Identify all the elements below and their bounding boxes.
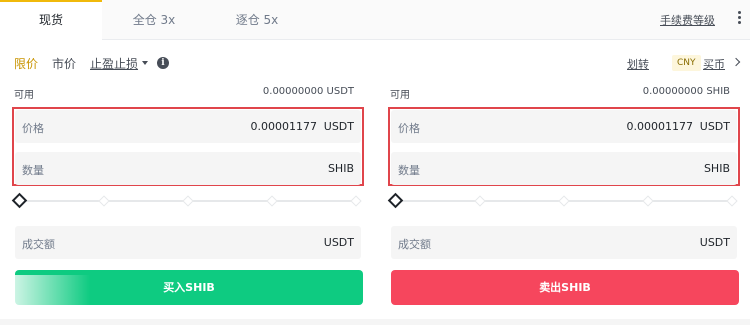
currency-badge: CNY (672, 55, 701, 71)
sell-button[interactable]: 卖出SHIB (391, 270, 739, 305)
quantity-label: 数量 (398, 164, 420, 177)
slider-mark-75[interactable] (266, 195, 278, 207)
amount-slider[interactable] (387, 192, 740, 209)
price-unit: USDT (699, 120, 730, 133)
buy-coin-link[interactable]: 买币 (703, 56, 725, 72)
order-type-stop-limit[interactable]: 止盈止损 (90, 55, 138, 72)
sell-panel: 可用 0.00000000 SHIB 价格 0.00001177 USDT 数量… (387, 80, 740, 305)
total-label: 成交额 (22, 238, 55, 251)
tab-cross-margin[interactable]: 全仓 3x (120, 0, 188, 40)
more-vertical-icon[interactable] (734, 11, 744, 27)
price-value: 0.00001177 (626, 120, 693, 133)
quantity-unit: SHIB (327, 162, 354, 175)
total-input[interactable]: 成交额 USDT (391, 226, 737, 259)
available-value: 0.00000000 SHIB (642, 86, 730, 97)
buy-panel: 可用 0.00000000 USDT 价格 0.00001177 USDT 数量… (11, 80, 364, 305)
price-input[interactable]: 价格 0.00001177 USDT (391, 110, 737, 143)
available-value: 0.00000000 USDT (262, 86, 354, 97)
quantity-input[interactable]: 数量 SHIB (391, 152, 737, 185)
quantity-unit: SHIB (703, 162, 730, 175)
info-icon[interactable]: i (157, 57, 169, 69)
slider-mark-25[interactable] (474, 195, 486, 207)
amount-slider[interactable] (11, 192, 364, 209)
total-input[interactable]: 成交额 USDT (15, 226, 361, 259)
price-input[interactable]: 价格 0.00001177 USDT (15, 110, 361, 143)
trade-mode-tabs: 现货 全仓 3x 逐仓 5x 手续费等级 (0, 0, 750, 40)
quantity-input[interactable]: 数量 SHIB (15, 152, 361, 185)
slider-mark-50[interactable] (558, 195, 570, 207)
bottom-divider (0, 319, 750, 325)
fade-overlay (0, 275, 90, 305)
price-label: 价格 (22, 122, 44, 135)
available-label: 可用 (390, 90, 410, 101)
order-type-limit[interactable]: 限价 (14, 55, 38, 72)
available-row: 可用 0.00000000 USDT (12, 80, 364, 102)
price-value: 0.00001177 (250, 120, 317, 133)
price-unit: USDT (323, 120, 354, 133)
slider-mark-100[interactable] (350, 195, 362, 207)
quantity-label: 数量 (22, 164, 44, 177)
slider-handle-icon[interactable] (387, 192, 404, 209)
caret-down-icon[interactable] (142, 61, 148, 65)
slider-mark-100[interactable] (726, 195, 738, 207)
order-type-market[interactable]: 市价 (52, 55, 76, 72)
tab-isolated-margin[interactable]: 逐仓 5x (222, 0, 292, 40)
price-label: 价格 (398, 122, 420, 135)
total-label: 成交额 (398, 238, 431, 251)
total-unit: USDT (699, 236, 730, 249)
transfer-link[interactable]: 划转 (627, 56, 649, 72)
slider-mark-50[interactable] (182, 195, 194, 207)
slider-mark-75[interactable] (642, 195, 654, 207)
total-unit: USDT (323, 236, 354, 249)
slider-handle-icon[interactable] (11, 192, 28, 209)
slider-mark-25[interactable] (98, 195, 110, 207)
available-label: 可用 (14, 90, 34, 101)
chevron-right-icon[interactable] (731, 57, 741, 67)
available-row: 可用 0.00000000 SHIB (388, 80, 740, 102)
tab-spot[interactable]: 现货 (0, 0, 102, 40)
fee-level-link[interactable]: 手续费等级 (660, 12, 715, 28)
